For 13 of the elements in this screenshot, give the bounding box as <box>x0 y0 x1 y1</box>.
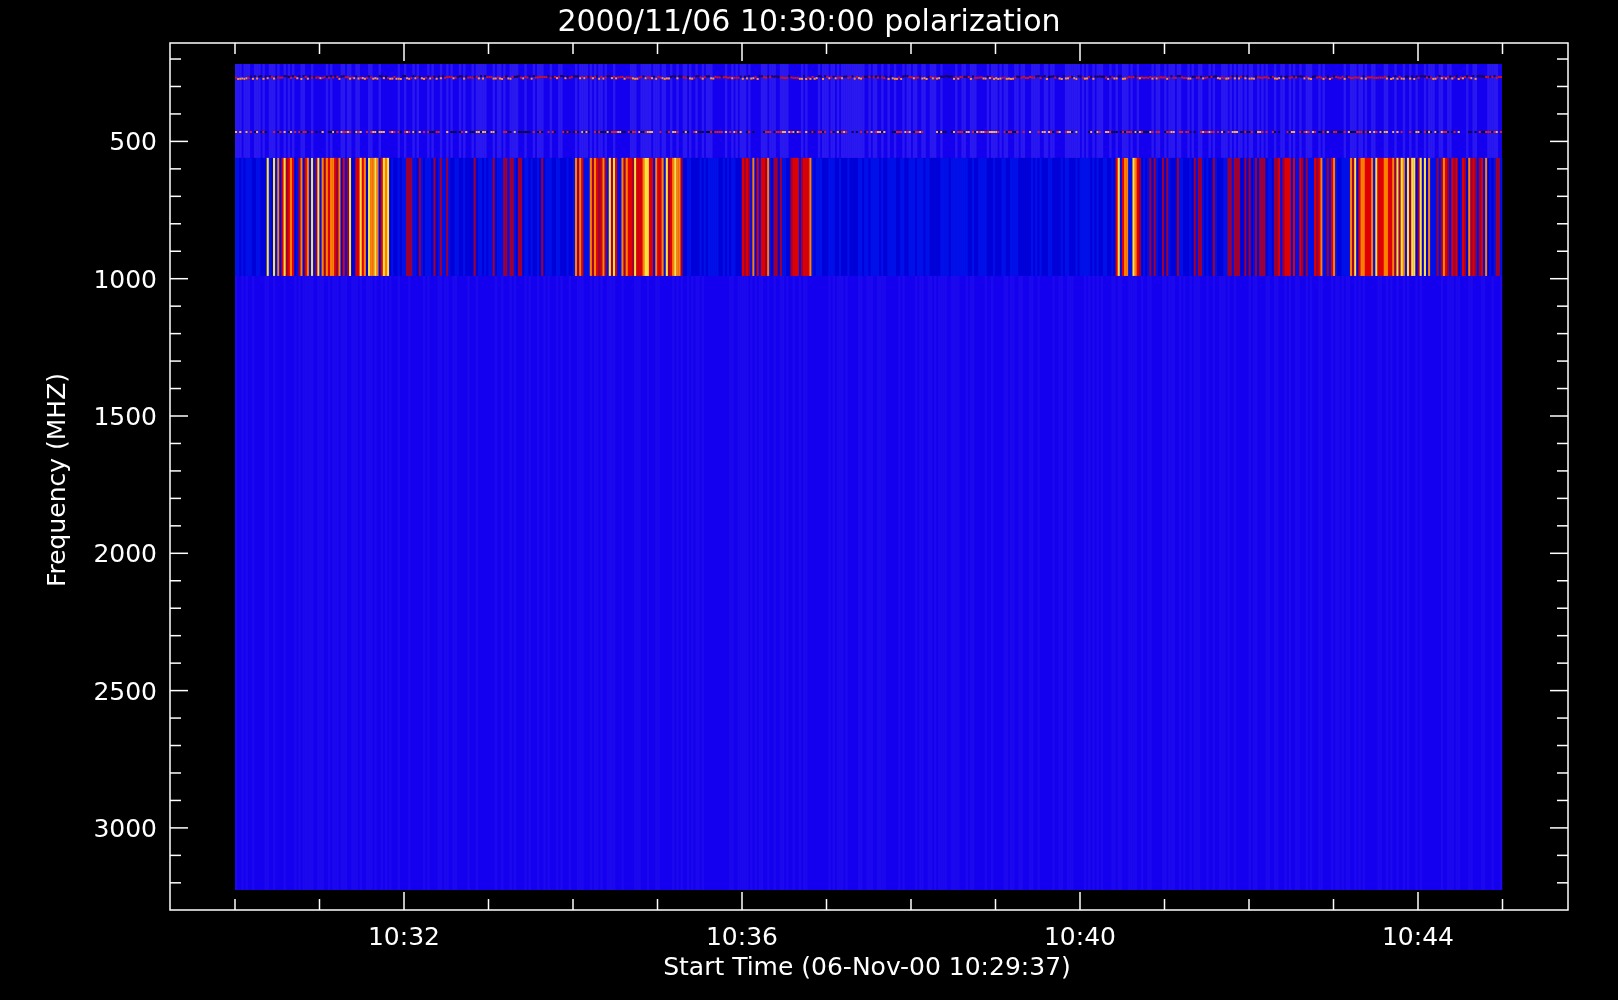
chart-title: 2000/11/06 10:30:00 polarization <box>557 2 1061 40</box>
x-tick-label: 10:40 <box>1044 922 1116 951</box>
y-tick-label: 1500 <box>93 402 157 431</box>
y-tick-label: 500 <box>109 127 157 157</box>
x-tick-label: 10:44 <box>1382 922 1454 951</box>
y-tick-label: 3000 <box>93 813 157 843</box>
y-axis-label: Frequency (MHZ) <box>42 372 71 588</box>
y-tick-label: 2000 <box>93 539 157 569</box>
y-tick-label: 1000 <box>93 264 157 294</box>
x-axis-label: Start Time (06-Nov-00 10:29:37) <box>663 952 1071 981</box>
x-tick-label: 10:32 <box>368 922 440 951</box>
x-tick-label: 10:36 <box>706 922 778 951</box>
y-tick-label: 2500 <box>93 676 157 706</box>
